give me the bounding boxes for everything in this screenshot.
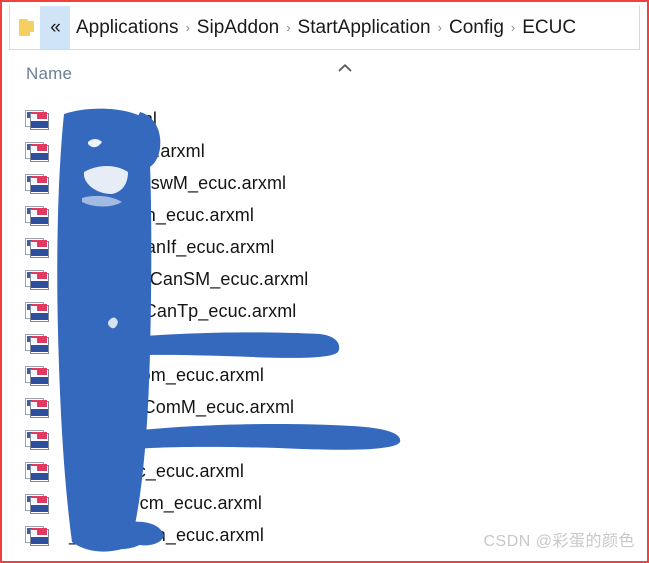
xml-file-icon (25, 526, 50, 547)
breadcrumb-overflow-button[interactable]: « (40, 5, 70, 49)
file-name-label: _Dcm_Dcm_ecuc.arxml (69, 493, 262, 513)
file-explorer-window: « Applications › SipAddon › StartApplica… (0, 0, 649, 563)
xml-file-icon (25, 366, 50, 387)
breadcrumb[interactable]: « Applications › SipAddon › StartApplica… (9, 5, 640, 50)
xml-file-icon (25, 238, 50, 259)
breadcrumb-item-config[interactable]: Config (443, 6, 510, 49)
file-name-label: _Dem_Dem_ecuc.arxml (69, 525, 264, 545)
file-list-item[interactable]: ecuc.arxml (9, 106, 640, 138)
file-name-label: _Can_Can_ecuc.arxml (69, 205, 254, 225)
file-list-item[interactable]: _CanTp_CanTp_ecuc.arxml (9, 298, 640, 330)
file-list-item[interactable] (9, 330, 640, 362)
file-list-item[interactable]: _BswM_BswM_ecuc.arxml (9, 170, 640, 202)
file-name-label: _ComM_ComM_ecuc.arxml (69, 397, 295, 417)
xml-file-icon (25, 206, 50, 227)
xml-file-icon (25, 110, 50, 131)
xml-file-icon (25, 302, 50, 323)
xml-file-icon (25, 270, 50, 291)
file-list-item[interactable]: _ComM_ComM_ecuc.arxml (9, 394, 640, 426)
file-name-label: _Crc_Crc_ecuc.arxml (69, 461, 244, 481)
breadcrumb-item-sipaddon[interactable]: SipAddon (191, 6, 285, 49)
file-name-label: _Com_Com_ecuc.arxml (69, 365, 264, 385)
file-list-item[interactable]: _Dcm_Dcm_ecuc.arxml (9, 490, 640, 522)
column-header-name[interactable]: Name (26, 64, 72, 84)
breadcrumb-item-applications[interactable]: Applications (70, 6, 184, 49)
xml-file-icon (25, 174, 50, 195)
csdn-watermark: CSDN @彩蛋的颜色 (483, 533, 635, 550)
chevron-up-icon[interactable] (338, 63, 352, 73)
breadcrumb-item-ecuc[interactable]: ECUC (516, 6, 582, 49)
file-list-item[interactable]: ecuc.Initial.arxml (9, 138, 640, 170)
file-list[interactable]: ecuc.arxml ecuc.Initial.arxml _BswM_BswM_e… (9, 106, 640, 546)
file-name-label: ecuc.Initial.arxml (69, 141, 205, 161)
file-list-item[interactable]: _Can_Can_ecuc.arxml (9, 202, 640, 234)
xml-file-icon (25, 494, 50, 515)
file-list-item[interactable]: _Com_Com_ecuc.arxml (9, 362, 640, 394)
file-list-item[interactable]: _CanIf_CanIf_ecuc.arxml (9, 234, 640, 266)
file-name-label: _CanIf_CanIf_ecuc.arxml (69, 237, 275, 257)
file-name-label: _CanSM_CanSM_ecuc.arxml (69, 269, 309, 289)
file-list-item[interactable]: _CanSM_CanSM_ecuc.arxml (9, 266, 640, 298)
file-list-item[interactable] (9, 426, 640, 458)
xml-file-icon (25, 334, 50, 355)
xml-file-icon (25, 430, 50, 451)
file-name-label: ecuc.arxml (69, 109, 158, 129)
file-list-item[interactable]: _Crc_Crc_ecuc.arxml (9, 458, 640, 490)
file-name-label: _BswM_BswM_ecuc.arxml (69, 173, 287, 193)
xml-file-icon (25, 142, 50, 163)
xml-file-icon (25, 462, 50, 483)
xml-file-icon (25, 398, 50, 419)
folder-icon (19, 18, 34, 36)
breadcrumb-item-startapplication[interactable]: StartApplication (292, 6, 437, 49)
file-name-label: _CanTp_CanTp_ecuc.arxml (69, 301, 297, 321)
list-column-header: Name (9, 58, 640, 88)
